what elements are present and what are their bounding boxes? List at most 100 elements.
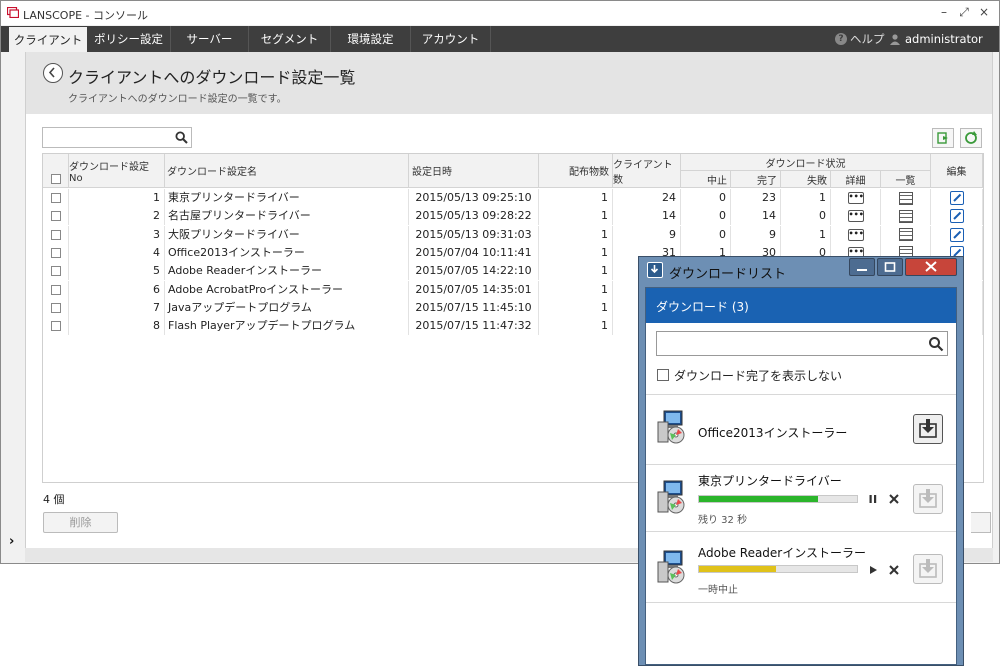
more-icon[interactable]: •••: [847, 210, 864, 223]
hide-completed-label[interactable]: ダウンロード完了を表示しない: [674, 367, 842, 384]
row-name: Office2013インストーラー: [165, 243, 409, 262]
minimize-button[interactable]: –: [935, 4, 953, 20]
help-link[interactable]: ? ヘルプ: [835, 26, 885, 52]
dialog-maximize-button[interactable]: [877, 258, 903, 276]
search-icon[interactable]: [928, 336, 944, 352]
row-datetime: 2015/05/13 09:25:10: [409, 189, 539, 207]
dialog-minimize-button[interactable]: [849, 258, 875, 276]
select-all-checkbox[interactable]: [51, 174, 61, 184]
title-bar: LANSCOPE - コンソール – ⤢ ×: [1, 1, 999, 25]
row-select-cell: [43, 262, 69, 281]
header-distributed[interactable]: 配布物数: [539, 154, 613, 188]
row-name: 東京プリンタードライバー: [165, 189, 409, 207]
header-failed[interactable]: 失敗: [781, 171, 831, 188]
divider: [646, 531, 956, 532]
row-datetime: 2015/07/15 11:45:10: [409, 298, 539, 317]
list-icon[interactable]: [898, 191, 913, 205]
play-icon[interactable]: [867, 564, 879, 576]
row-detail-cell: •••: [831, 225, 881, 244]
row-checkbox[interactable]: [51, 229, 61, 240]
download-item-name: Office2013インストーラー: [698, 426, 848, 440]
row-name: Javaアップデートプログラム: [165, 298, 409, 317]
delete-button[interactable]: 削除: [43, 512, 118, 533]
header-completed[interactable]: 完了: [731, 171, 781, 188]
row-datetime: 2015/07/15 11:47:32: [409, 317, 539, 336]
divider: [646, 394, 956, 395]
row-checkbox[interactable]: [51, 266, 61, 277]
edit-icon[interactable]: [949, 227, 964, 242]
download-search-input[interactable]: [656, 331, 948, 356]
action-button[interactable]: [971, 512, 991, 533]
tab-server[interactable]: サーバー: [171, 26, 249, 52]
download-button[interactable]: [913, 414, 943, 444]
row-checkbox[interactable]: [51, 247, 61, 258]
app-title: LANSCOPE - コンソール: [23, 9, 149, 22]
list-icon[interactable]: [898, 228, 913, 242]
tab-policy[interactable]: ポリシー設定: [87, 26, 171, 52]
installer-icon: [657, 550, 685, 584]
row-datetime: 2015/07/04 10:11:41: [409, 243, 539, 262]
row-name: 大阪プリンタードライバー: [165, 225, 409, 244]
divider: [646, 602, 956, 603]
row-completed: 14: [731, 207, 781, 226]
export-button[interactable]: [932, 128, 954, 148]
row-datetime: 2015/07/05 14:35:01: [409, 280, 539, 299]
maximize-button[interactable]: ⤢: [955, 4, 973, 20]
row-edit-cell: [931, 189, 983, 207]
close-button[interactable]: ×: [975, 4, 993, 20]
user-menu[interactable]: administrator: [889, 26, 983, 52]
row-no: 2: [69, 207, 165, 226]
dialog-title-bar[interactable]: ダウンロードリスト: [639, 257, 963, 285]
row-list-cell: [881, 189, 931, 207]
search-input[interactable]: [42, 127, 192, 148]
tab-environment[interactable]: 環境設定: [331, 26, 411, 52]
tab-account[interactable]: アカウント: [411, 26, 491, 52]
pause-icon[interactable]: [867, 493, 879, 505]
sidebar-expand-button[interactable]: ›: [9, 534, 14, 549]
header-no[interactable]: ダウンロード設定No: [69, 154, 165, 188]
header-name[interactable]: ダウンロード設定名: [165, 154, 409, 188]
edit-icon[interactable]: [949, 191, 964, 205]
download-icon: [919, 559, 937, 578]
user-icon: [890, 34, 900, 45]
header-clients[interactable]: クライアント数: [613, 154, 681, 188]
help-icon: ?: [835, 33, 847, 45]
cancel-icon[interactable]: [888, 564, 900, 576]
tab-segment[interactable]: セグメント: [249, 26, 331, 52]
row-list-cell: [881, 207, 931, 226]
more-icon[interactable]: •••: [847, 192, 864, 204]
row-select-cell: [43, 207, 69, 226]
download-button-disabled[interactable]: [913, 484, 943, 514]
refresh-button[interactable]: [960, 128, 982, 148]
row-checkbox[interactable]: [51, 302, 61, 313]
edit-icon[interactable]: [949, 209, 964, 224]
divider: [646, 464, 956, 465]
list-icon[interactable]: [898, 209, 913, 223]
row-checkbox[interactable]: [51, 284, 61, 295]
download-button-disabled[interactable]: [913, 554, 943, 584]
row-checkbox[interactable]: [51, 193, 61, 203]
search-icon[interactable]: [175, 131, 188, 144]
header-datetime[interactable]: 設定日時: [409, 154, 539, 188]
progress-fill: [699, 496, 818, 502]
row-completed: 23: [731, 189, 781, 207]
more-icon[interactable]: •••: [847, 228, 864, 241]
app-logo-icon: [7, 7, 19, 18]
row-checkbox[interactable]: [51, 321, 61, 332]
row-detail-cell: •••: [831, 207, 881, 226]
dialog-close-button[interactable]: [905, 258, 957, 276]
download-progress-bar: [698, 565, 858, 573]
back-button[interactable]: [43, 63, 63, 83]
hide-completed-checkbox[interactable]: [657, 369, 669, 381]
row-aborted: 0: [681, 189, 731, 207]
cancel-icon[interactable]: [888, 493, 900, 505]
item-count: 4 個: [43, 493, 65, 506]
row-list-cell: [881, 225, 931, 244]
user-name: administrator: [905, 32, 983, 46]
header-aborted[interactable]: 中止: [681, 171, 731, 188]
row-failed: 1: [781, 225, 831, 244]
row-select-cell: [43, 243, 69, 262]
row-checkbox[interactable]: [51, 211, 61, 222]
row-distributed: 1: [539, 207, 613, 226]
tab-client[interactable]: クライアント: [9, 27, 87, 53]
